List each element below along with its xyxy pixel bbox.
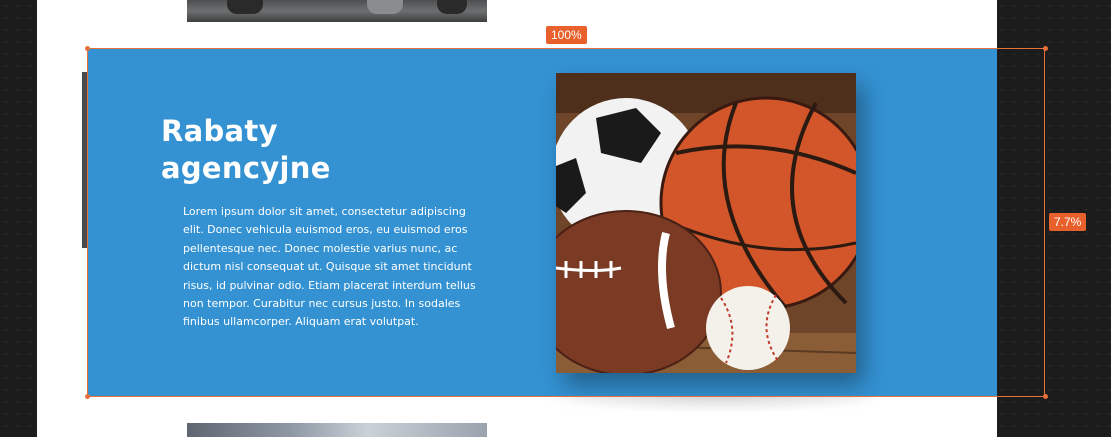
section-heading: Rabaty agencyjne (161, 113, 461, 187)
heading-line: agencyjne (161, 151, 331, 185)
body-line: pellentesque nec. Donec molestie varius … (183, 241, 458, 255)
photo-bottom-strip[interactable] (187, 423, 487, 437)
section-body-text: Lorem ipsum dolor sit amet, consectetur … (183, 203, 483, 332)
body-line: risus, id pulvinar odio. Etiam placerat … (183, 278, 476, 292)
shoe-shape (227, 0, 263, 14)
resize-handle[interactable] (85, 46, 90, 51)
width-badge: 100% (546, 26, 587, 44)
sports-balls-image[interactable] (556, 73, 856, 373)
body-line: finibus ullamcorper. Aliquam erat volutp… (183, 315, 419, 329)
heading-line: Rabaty (161, 114, 278, 148)
resize-handle[interactable] (1043, 394, 1048, 399)
shoe-shape (437, 0, 467, 14)
height-badge: 7.7% (1049, 213, 1087, 231)
sports-balls-illustration (556, 73, 856, 373)
resize-handle[interactable] (85, 394, 90, 399)
resize-handle[interactable] (1043, 46, 1048, 51)
photo-top-strip[interactable] (187, 0, 487, 22)
body-line: elit. Donec vehicula euismod eros, eu eu… (183, 223, 468, 237)
body-line: non tempor. Curabitur nec cursus justo. … (183, 297, 461, 311)
shoe-shape (367, 0, 403, 14)
discount-section[interactable]: Rabaty agencyjne Lorem ipsum dolor sit a… (88, 48, 997, 397)
image-shadow (545, 396, 885, 414)
body-line: dictum nisl consequat ut. Quisque sit am… (183, 260, 472, 274)
body-line: Lorem ipsum dolor sit amet, consectetur … (183, 205, 466, 218)
